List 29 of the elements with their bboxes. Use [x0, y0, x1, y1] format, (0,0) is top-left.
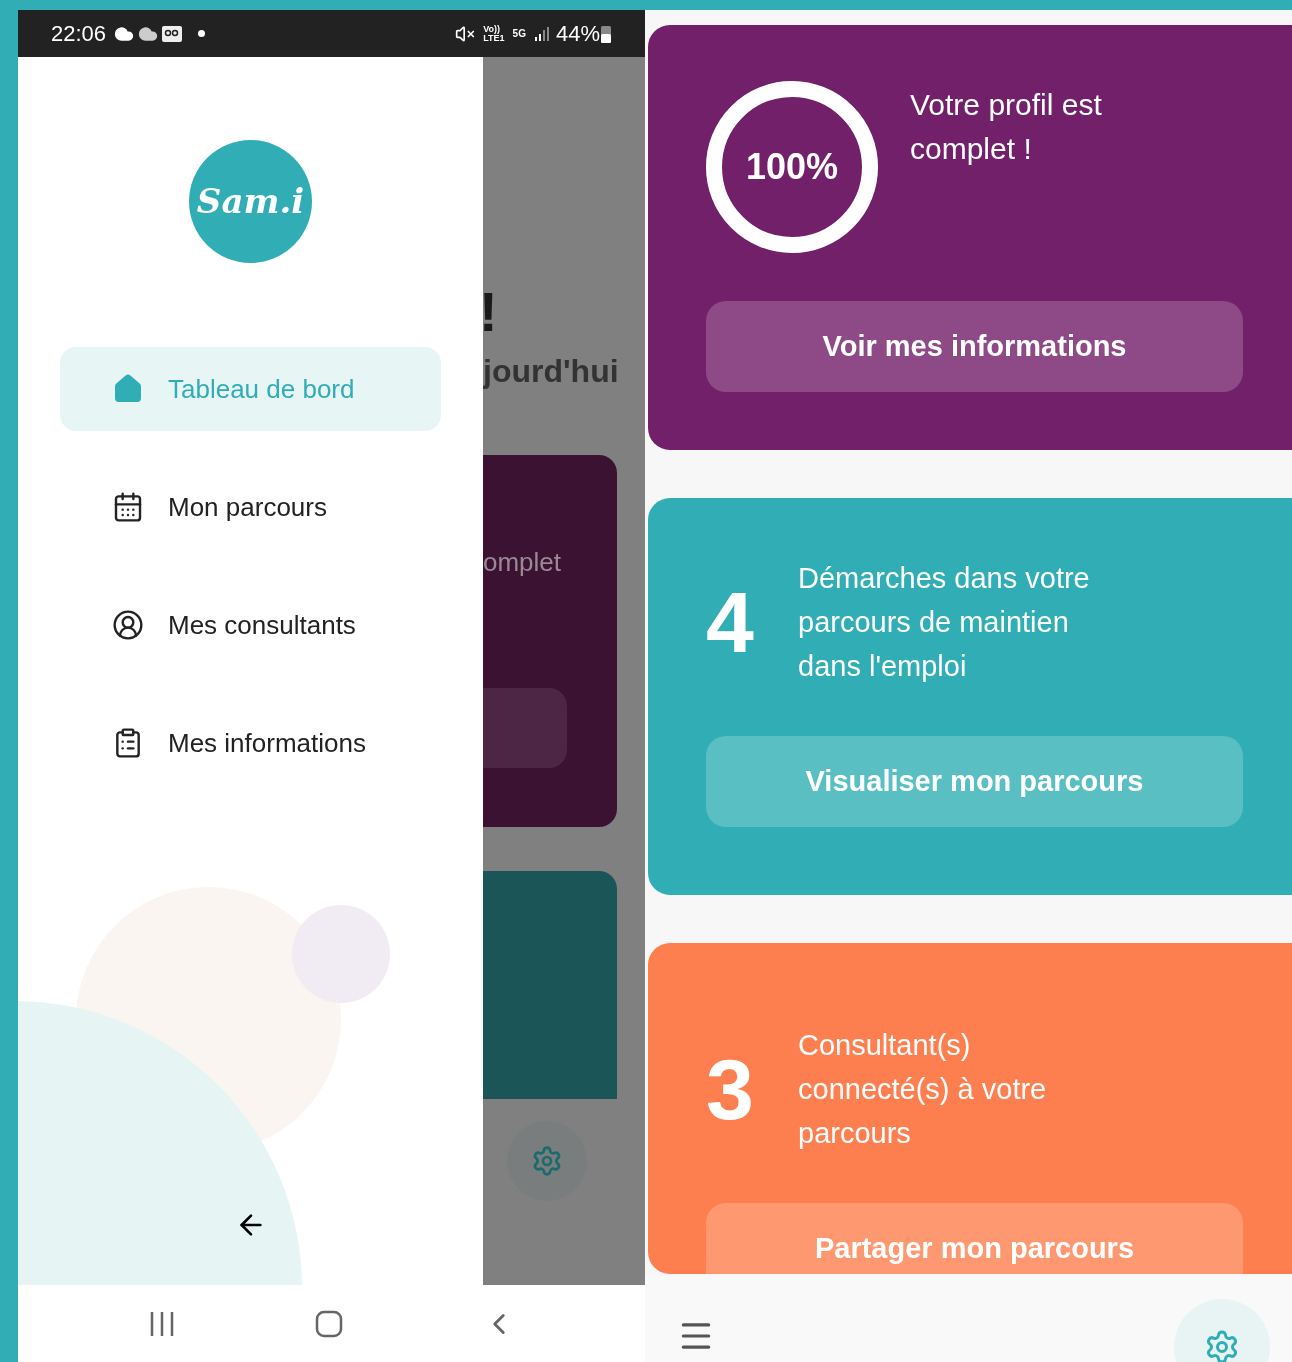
settings-icon — [531, 1145, 563, 1177]
progress-value: 100% — [745, 145, 839, 189]
user-icon — [112, 609, 144, 641]
count-number: 3 — [706, 1046, 755, 1132]
home-icon[interactable] — [314, 1309, 343, 1338]
battery-icon — [600, 23, 612, 44]
signal-icon — [533, 25, 550, 42]
calendar-icon — [112, 491, 144, 523]
card-button[interactable]: Voir mes informations — [706, 301, 1243, 392]
drawer-item[interactable]: Mon parcours — [60, 465, 441, 549]
card-text: Votre profil est complet ! — [910, 87, 1103, 167]
mute-icon — [455, 23, 476, 44]
status-time: 22:06 — [51, 20, 107, 48]
app-logo: Sam.i — [189, 140, 312, 263]
home-icon — [112, 373, 144, 405]
drawer-item[interactable]: Mes consultants — [60, 583, 441, 667]
card-text: Démarches dans votre parcours de maintien dans l'emploi — [798, 561, 1091, 684]
network-label: 5G — [512, 27, 526, 41]
network-label: LTE1 — [483, 33, 505, 43]
network-label: Vo)) — [483, 24, 501, 34]
voicemail-icon — [162, 24, 185, 43]
count-number: 4 — [706, 579, 755, 665]
drawer-item[interactable]: Mes informations — [60, 701, 441, 785]
settings-icon — [1204, 1329, 1240, 1362]
card-text: Consultant(s) connecté(s) à votre parcours — [798, 1028, 1048, 1151]
heading-fragment: ! — [483, 287, 499, 337]
heading-fragment: jourd'hui — [483, 352, 620, 391]
card-text-fragment: omplet — [483, 546, 563, 579]
battery-level: 44% — [555, 20, 600, 48]
